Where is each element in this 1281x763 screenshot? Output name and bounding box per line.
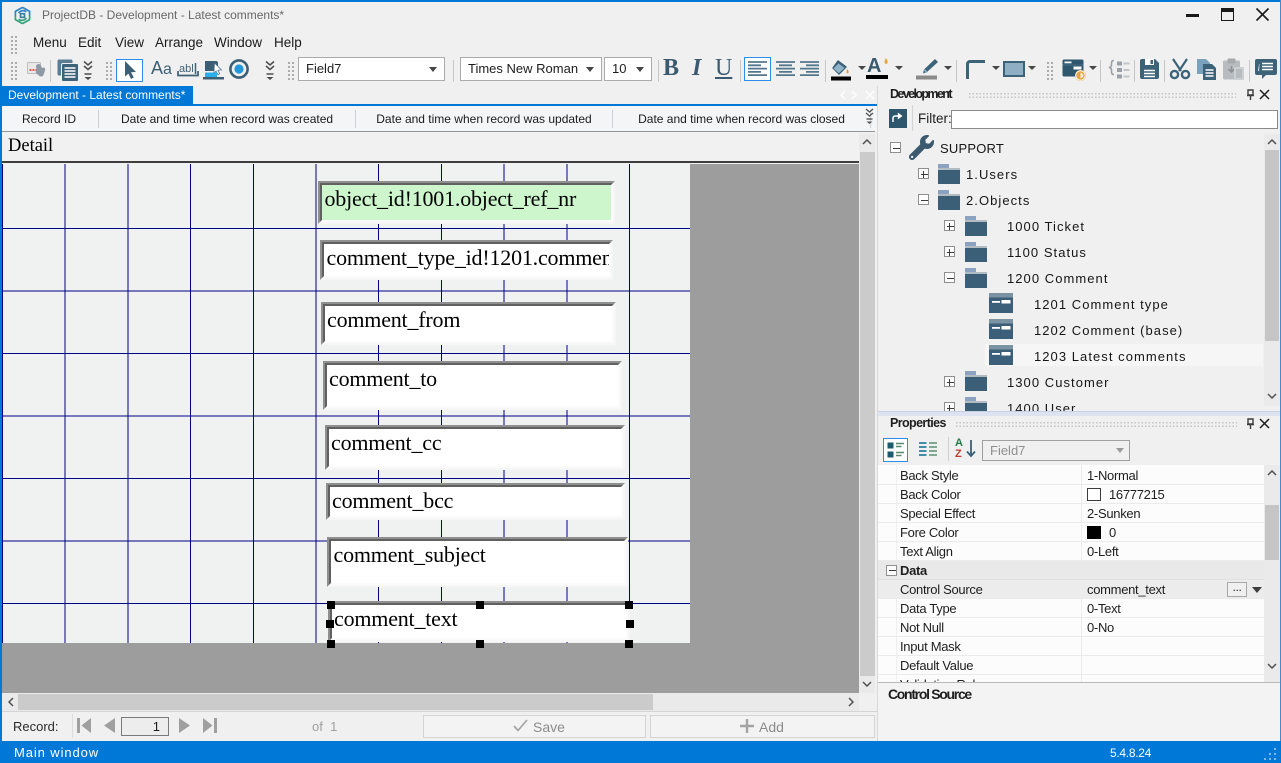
svg-text:abl: abl — [179, 63, 194, 75]
